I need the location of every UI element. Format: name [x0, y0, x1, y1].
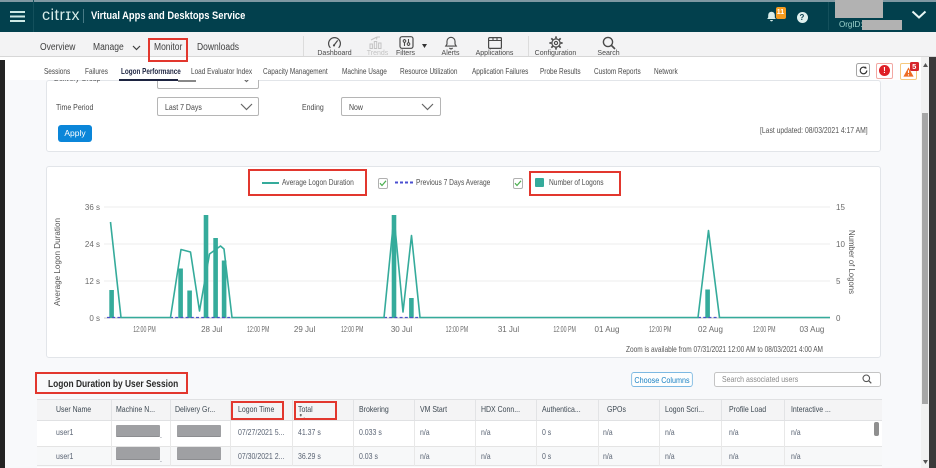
svg-text:Zoom is available from 07/31/2: Zoom is available from 07/31/2021 12:00 …	[626, 345, 823, 354]
svg-text:Average Logon Duration: Average Logon Duration	[53, 218, 62, 306]
svg-text:02 Aug: 02 Aug	[698, 325, 723, 334]
svg-text:12:00 PM: 12:00 PM	[649, 325, 672, 334]
svg-text:03 Aug: 03 Aug	[799, 325, 824, 334]
svg-text:31 Jul: 31 Jul	[498, 325, 520, 334]
svg-text:15: 15	[836, 203, 845, 212]
svg-text:12:00 PM: 12:00 PM	[553, 325, 576, 334]
svg-text:12:00 PM: 12:00 PM	[446, 325, 469, 334]
svg-text:10: 10	[836, 240, 845, 249]
svg-text:5: 5	[836, 277, 841, 286]
svg-text:36 s: 36 s	[85, 203, 100, 212]
svg-text:0 s: 0 s	[89, 314, 100, 323]
svg-text:Number of Logons: Number of Logons	[847, 230, 856, 294]
svg-text:29 Jul: 29 Jul	[294, 325, 316, 334]
svg-text:28 Jul: 28 Jul	[201, 325, 223, 334]
svg-text:01 Aug: 01 Aug	[595, 325, 620, 334]
svg-text:12:00 PM: 12:00 PM	[247, 325, 270, 334]
svg-text:24 s: 24 s	[85, 240, 100, 249]
svg-text:12:00 PM: 12:00 PM	[753, 325, 776, 334]
svg-text:12:00 PM: 12:00 PM	[133, 325, 156, 334]
svg-text:12:00 PM: 12:00 PM	[341, 325, 364, 334]
svg-text:30 Jul: 30 Jul	[391, 325, 413, 334]
svg-text:0: 0	[836, 314, 841, 323]
svg-text:12 s: 12 s	[85, 277, 100, 286]
